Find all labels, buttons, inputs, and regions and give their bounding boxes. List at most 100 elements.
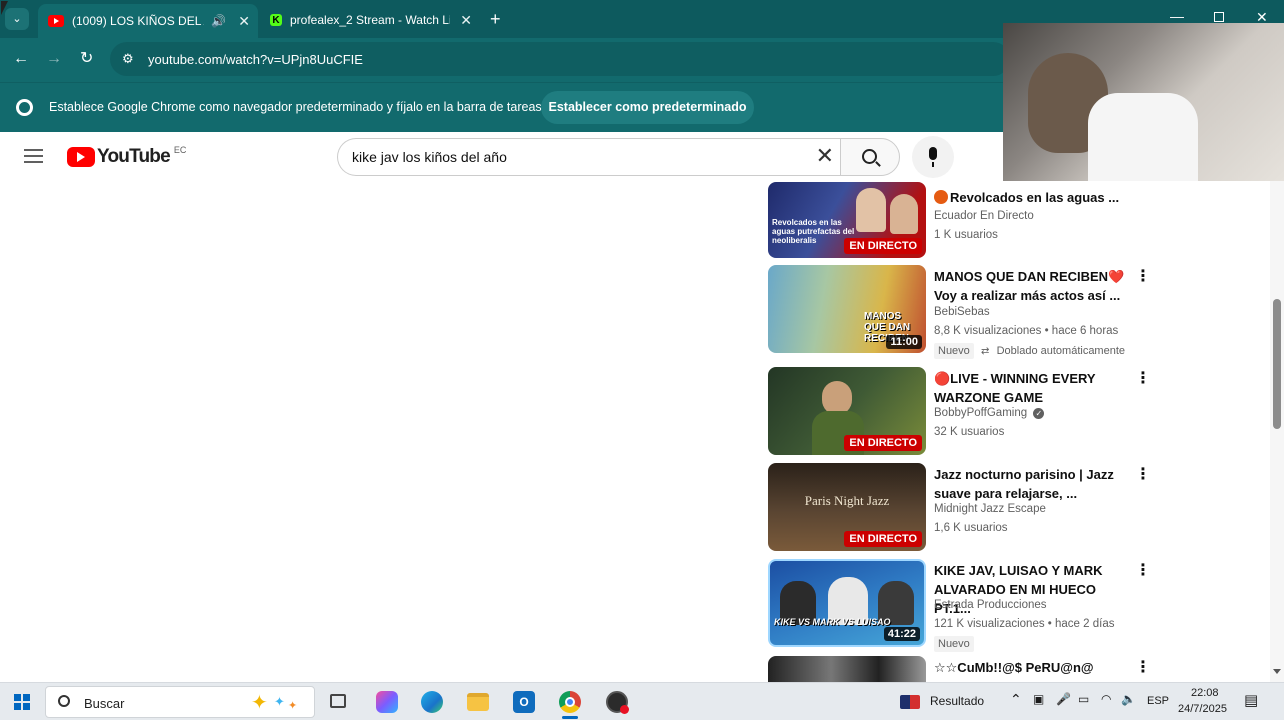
recommendation-item[interactable]: EN DIRECTO 🔴LIVE - WINNING EVERY WARZONE… <box>768 367 1151 457</box>
task-view-icon[interactable] <box>330 694 346 708</box>
language-indicator[interactable]: ESP <box>1147 695 1169 707</box>
live-badge: EN DIRECTO <box>844 238 922 254</box>
tab-youtube[interactable]: (1009) LOS KIÑOS DEL AÑO 🔊 ✕ <box>38 4 258 38</box>
clock-time[interactable]: 22:08 <box>1191 687 1219 699</box>
viewer-count: 1 K usuarios <box>934 229 998 241</box>
copilot-sparkle-icon: ✦ <box>251 692 268 714</box>
search-input[interactable]: kike jav los kiños del año ✕ <box>337 138 840 176</box>
volume-icon[interactable]: 🔈 <box>1121 692 1136 706</box>
more-options-icon[interactable]: ⋮ <box>1135 660 1148 676</box>
window-restore-icon[interactable] <box>1214 12 1224 22</box>
chip-row: Nuevo ⇄ Doblado automáticamente <box>934 343 1133 359</box>
window-minimize-icon[interactable]: — <box>1170 8 1184 24</box>
viewer-count: 32 K usuarios <box>934 426 1005 438</box>
search-query-text: kike jav los kiños del año <box>352 149 507 165</box>
taskbar-search-box[interactable]: Buscar ✦ ✦ ✦ <box>45 686 315 718</box>
video-thumbnail[interactable]: KIKE VS MARK VS LUISAO 41:22 <box>768 559 926 647</box>
page-scrollbar[interactable] <box>1270 181 1284 682</box>
recommendation-item[interactable]: MANOS QUE DAN RECIBEN 11:00 MANOS QUE DA… <box>768 265 1151 359</box>
forward-arrow-icon[interactable]: → <box>46 51 62 67</box>
hamburger-menu-icon[interactable] <box>24 149 43 163</box>
meet-now-icon[interactable]: ▣ <box>1033 692 1044 706</box>
more-options-icon[interactable]: ⋮ <box>1135 563 1151 579</box>
battery-icon[interactable]: ▭ <box>1078 692 1089 706</box>
scroll-down-arrow-icon[interactable] <box>1273 669 1281 674</box>
weather-widget-icon[interactable] <box>900 695 920 709</box>
tab-close-icon[interactable]: ✕ <box>238 13 250 30</box>
set-default-button[interactable]: Establecer como predeterminado <box>541 91 754 124</box>
clock-date[interactable]: 24/7/2025 <box>1178 703 1227 715</box>
windows-start-icon[interactable] <box>14 694 30 710</box>
more-options-icon[interactable]: ⋮ <box>1135 269 1151 285</box>
weather-widget-label[interactable]: Resultado <box>930 694 984 708</box>
file-explorer-icon[interactable] <box>467 693 489 711</box>
microphone-icon <box>929 147 937 160</box>
address-bar[interactable]: ⚙ youtube.com/watch?v=UPjn8UuCFIE <box>110 42 1010 76</box>
obs-app-icon[interactable] <box>606 691 629 714</box>
video-thumbnail[interactable]: MANOS QUE DAN RECIBEN 11:00 <box>768 265 926 353</box>
tab-search-button[interactable]: ⌄ <box>5 8 29 30</box>
notification-center-icon[interactable]: ▤ <box>1244 691 1258 709</box>
new-chip: Nuevo <box>934 636 974 652</box>
dubbed-chip: Doblado automáticamente <box>996 345 1126 357</box>
recommendation-item[interactable]: KIKE VS MARK VS LUISAO 41:22 KIKE JAV, L… <box>768 559 1151 652</box>
video-thumbnail[interactable]: EN DIRECTO <box>768 367 926 455</box>
recommendation-item[interactable]: ☆☆CuMb!!@$ PeRU@n@ ⋮ <box>768 656 1148 682</box>
more-options-icon[interactable]: ⋮ <box>1135 467 1151 483</box>
clear-search-icon[interactable]: ✕ <box>816 144 834 168</box>
thumbnail-text: Paris Night Jazz <box>804 493 890 508</box>
more-options-icon[interactable]: ⋮ <box>1135 371 1151 387</box>
scrollbar-thumb[interactable] <box>1273 299 1281 429</box>
copilot-app-icon[interactable] <box>376 691 398 713</box>
recommendation-item[interactable]: Revolcados en las aguas putrefactas del … <box>768 170 1148 260</box>
chrome-taskbar-icon[interactable] <box>559 691 581 713</box>
back-arrow-icon[interactable]: ← <box>13 51 29 67</box>
infobar-message: Establece Google Chrome como navegador p… <box>49 100 542 114</box>
duration-badge: 11:00 <box>886 335 922 349</box>
video-title[interactable]: 🔴LIVE - WINNING EVERY WARZONE GAME <box>934 369 1130 407</box>
new-tab-plus-icon[interactable]: + <box>490 9 501 30</box>
channel-name[interactable]: Ecuador En Directo <box>934 210 1034 222</box>
video-thumbnail[interactable]: Paris Night Jazz EN DIRECTO <box>768 463 926 551</box>
wifi-icon[interactable]: ◠ <box>1101 692 1111 706</box>
viewer-count: 1,6 K usuarios <box>934 522 1008 534</box>
channel-name[interactable]: Estrada Producciones <box>934 599 1047 611</box>
search-icon <box>58 695 70 707</box>
edge-browser-icon[interactable] <box>421 691 443 713</box>
site-settings-icon[interactable]: ⚙ <box>122 51 134 67</box>
youtube-logo[interactable]: YouTube EC <box>67 145 187 168</box>
audio-playing-icon[interactable]: 🔊 <box>211 14 226 28</box>
channel-name[interactable]: BebiSebas <box>934 306 990 318</box>
url-text: youtube.com/watch?v=UPjn8UuCFIE <box>148 52 363 67</box>
reload-icon[interactable]: ↻ <box>80 51 93 67</box>
video-title[interactable]: ☆☆CuMb!!@$ PeRU@n@ <box>934 658 1130 677</box>
mouse-cursor-icon <box>1 1 8 15</box>
video-title[interactable]: Jazz nocturno parisino | Jazz suave para… <box>934 465 1130 503</box>
video-title[interactable]: Revolcados en las aguas ... <box>934 188 1130 207</box>
webcam-overlay <box>1003 23 1284 181</box>
live-badge: EN DIRECTO <box>844 435 922 451</box>
microphone-tray-icon[interactable]: 🎤 <box>1056 692 1071 706</box>
thumbnail-text: KIKE VS MARK VS LUISAO <box>774 617 891 627</box>
video-thumbnail[interactable]: Revolcados en las aguas putrefactas del … <box>768 182 926 258</box>
recommendation-item[interactable]: Paris Night Jazz EN DIRECTO Jazz nocturn… <box>768 463 1151 553</box>
region-code: EC <box>173 145 187 155</box>
youtube-play-logo-icon <box>67 147 95 167</box>
tab-close-icon[interactable]: ✕ <box>460 12 472 29</box>
tab-title: profealex_2 Stream - Watch Live <box>290 13 450 27</box>
chip-row: Nuevo <box>934 636 978 652</box>
dubbed-icon: ⇄ <box>981 346 990 357</box>
chrome-logo-icon <box>16 99 33 116</box>
show-hidden-icons-chevron-icon[interactable]: ⌃ <box>1010 691 1022 708</box>
tab-title: (1009) LOS KIÑOS DEL AÑO <box>72 14 204 28</box>
channel-name[interactable]: BobbyPoffGaming ✓ <box>934 407 1045 419</box>
windows-taskbar: Buscar ✦ ✦ ✦ O Resultado ⌃ ▣ 🎤 ▭ ◠ 🔈 ESP… <box>0 682 1284 720</box>
outlook-icon[interactable]: O <box>513 691 535 713</box>
kick-favicon-icon: K <box>270 14 282 26</box>
chrome-active-indicator <box>562 716 578 719</box>
verified-check-icon: ✓ <box>1033 408 1045 419</box>
video-thumbnail[interactable] <box>768 656 926 682</box>
video-title[interactable]: MANOS QUE DAN RECIBEN❤️ Voy a realizar m… <box>934 267 1130 305</box>
tab-kick-stream[interactable]: K profealex_2 Stream - Watch Live ✕ <box>260 6 480 34</box>
channel-name[interactable]: Midnight Jazz Escape <box>934 503 1046 515</box>
